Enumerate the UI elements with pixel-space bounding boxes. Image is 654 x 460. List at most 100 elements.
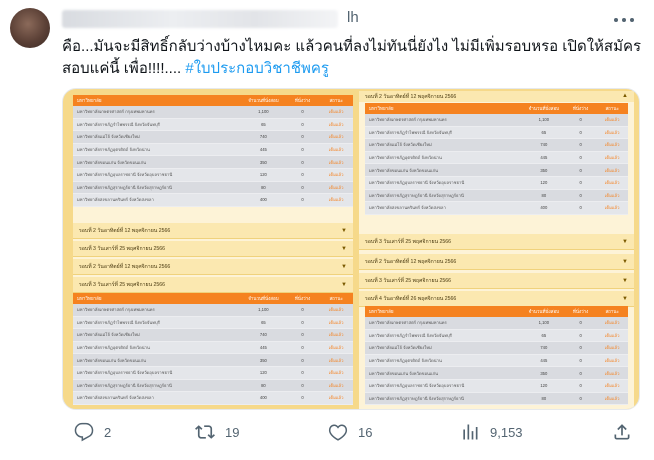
cell-remaining: 0 bbox=[301, 357, 304, 363]
retweet-count: 19 bbox=[225, 424, 240, 440]
cell-university: มหาวิทยาลัยราชภัฏรำไพพรรณี จังหวัดจันทบุ… bbox=[369, 332, 452, 338]
table-row: มหาวิทยาลัยราชภัฏอุบลราชธานี จังหวัดอุบล… bbox=[73, 168, 353, 182]
table-row: มหาวิทยาลัยราชภัฏสุราษฎร์ธานี จังหวัดสุร… bbox=[365, 392, 628, 406]
table-row: มหาวิทยาลัยสงขลานครินทร์ จังหวัดสงขลา 400… bbox=[365, 202, 628, 215]
retweet-button[interactable]: 19 bbox=[195, 422, 239, 442]
tweet-time[interactable]: lh bbox=[347, 9, 359, 26]
cell-status: เต็มแล้ว bbox=[604, 320, 620, 326]
cell-university: มหาวิทยาลัยราชภัฏรำไพพรรณี จังหวัดจันทบุ… bbox=[77, 121, 160, 127]
cell-status: เต็มแล้ว bbox=[328, 159, 344, 165]
hashtag-link[interactable]: #ใบประกอบวิชาชีพครู bbox=[185, 60, 329, 77]
cell-quota: 445 bbox=[259, 147, 267, 153]
chevron-down-icon: ▼ bbox=[341, 228, 347, 234]
round-accordion[interactable]: รอบที่ 3 วันเสาร์ที่ 25 พฤศจิกายน 2566 ▼ bbox=[73, 241, 353, 257]
cell-remaining: 0 bbox=[301, 332, 304, 338]
cell-quota: 80 bbox=[261, 382, 266, 388]
cell-quota: 740 bbox=[540, 345, 548, 351]
cell-status: เต็มแล้ว bbox=[328, 172, 344, 178]
table-row: มหาวิทยาลัยแม่โจ้ จังหวัดเชียงใหม่ 740 0 เต… bbox=[73, 329, 353, 342]
cell-quota: 445 bbox=[540, 358, 548, 364]
accordion-label: รอบที่ 3 วันเสาร์ที่ 25 พฤศจิกายน 2566 bbox=[79, 245, 166, 252]
round-accordion[interactable]: รอบที่ 3 วันเสาร์ที่ 25 พฤศจิกายน 2566 ▼ bbox=[359, 273, 634, 289]
cell-status: เต็มแล้ว bbox=[328, 319, 344, 325]
cell-status: เต็มแล้ว bbox=[604, 332, 620, 338]
cell-quota: 350 bbox=[540, 167, 548, 173]
cell-remaining: 0 bbox=[301, 147, 304, 153]
cell-status: เต็มแล้ว bbox=[328, 197, 344, 203]
cell-university: มหาวิทยาลัยราชภัฏอุบลราชธานี จังหวัดอุบล… bbox=[369, 180, 465, 186]
cell-status: เต็มแล้ว bbox=[328, 147, 344, 153]
cell-remaining: 0 bbox=[301, 121, 304, 127]
cell-university: มหาวิทยาลัยสงขลานครินทร์ จังหวัดสงขลา bbox=[77, 395, 154, 401]
cell-status: เต็มแล้ว bbox=[604, 180, 620, 186]
cell-university: มหาวิทยาลัยราชภัฏรำไพพรรณี จังหวัดจันทบุ… bbox=[77, 319, 160, 325]
cell-status: เต็มแล้ว bbox=[604, 383, 620, 389]
table-row: มหาวิทยาลัยเกษตรศาสตร์ กรุงเทพมหานคร 1,10… bbox=[73, 106, 353, 119]
cell-remaining: 0 bbox=[579, 332, 582, 338]
table-row: มหาวิทยาลัยแม่โจ้ จังหวัดเชียงใหม่ 740 0 เต… bbox=[73, 131, 353, 144]
accordion-label: รอบที่ 4 วันอาทิตย์ที่ 26 พฤศจิกายน 2566 bbox=[365, 295, 457, 302]
chevron-down-icon: ▼ bbox=[622, 239, 628, 245]
retweet-icon bbox=[195, 425, 215, 439]
tweet-text: คือ...มันจะมีสิทธิ์กลับว่างบ้างไหมคะ แล้… bbox=[62, 36, 642, 80]
round-accordion[interactable]: รอบที่ 2 วันอาทิตย์ที่ 12 พฤศจิกายน 2566… bbox=[73, 223, 353, 239]
cell-status: เต็มแล้ว bbox=[328, 382, 344, 388]
share-button[interactable] bbox=[612, 422, 632, 442]
right-screenshot-panel: รอบที่ 2 วันอาทิตย์ที่ 12 พฤศจิกายน 2566… bbox=[359, 91, 634, 409]
round-accordion[interactable]: รอบที่ 3 วันเสาร์ที่ 25 พฤศจิกายน 2566 ▼ bbox=[73, 277, 353, 293]
cell-quota: 120 bbox=[259, 172, 267, 178]
reply-count: 2 bbox=[104, 424, 112, 440]
cell-remaining: 0 bbox=[301, 307, 304, 313]
round-accordion[interactable]: รอบที่ 4 วันอาทิตย์ที่ 26 พฤศจิกายน 2566… bbox=[359, 291, 634, 307]
table-row: มหาวิทยาลัยแม่โจ้ จังหวัดเชียงใหม่ 740 0 เต… bbox=[365, 139, 628, 152]
table-row: มหาวิทยาลัยราชภัฏอุบลราชธานี จังหวัดอุบล… bbox=[365, 379, 628, 393]
reply-button[interactable]: 2 bbox=[74, 422, 111, 442]
cell-quota: 65 bbox=[261, 121, 266, 127]
cell-remaining: 0 bbox=[301, 370, 304, 376]
cell-university: มหาวิทยาลัยราชภัฏอุบลราชธานี จังหวัดอุบล… bbox=[77, 172, 173, 178]
blurred-username[interactable] bbox=[62, 10, 338, 28]
exam-table-right: มหาวิทยาลัย จำนวนที่นั่งสอบ ที่นั่งว่าง … bbox=[365, 103, 628, 215]
cell-quota: 400 bbox=[540, 205, 548, 211]
table-row: มหาวิทยาลัยเกษตรศาสตร์ กรุงเทพมหานคร 1,10… bbox=[365, 114, 628, 127]
cell-status: เต็มแล้ว bbox=[604, 129, 620, 135]
heart-icon bbox=[328, 424, 348, 441]
table-header: มหาวิทยาลัย จำนวนที่นั่งสอบ ที่นั่งว่าง … bbox=[365, 103, 628, 114]
cell-remaining: 0 bbox=[579, 117, 582, 123]
cell-quota: 120 bbox=[540, 383, 548, 389]
cell-quota: 740 bbox=[259, 332, 267, 338]
table-row: มหาวิทยาลัยราชภัฏรำไพพรรณี จังหวัดจันทบุ… bbox=[365, 329, 628, 343]
cell-status: เต็มแล้ว bbox=[604, 192, 620, 198]
like-button[interactable]: 16 bbox=[328, 422, 372, 442]
accordion-label: รอบที่ 3 วันเสาร์ที่ 25 พฤศจิกายน 2566 bbox=[365, 238, 452, 245]
cell-quota: 1,100 bbox=[258, 109, 269, 115]
chevron-up-icon: ▲ bbox=[622, 93, 628, 99]
cell-quota: 400 bbox=[259, 197, 267, 203]
tweet-image[interactable]: มหาวิทยาลัย จำนวนที่นั่งสอบ ที่นั่งว่าง … bbox=[62, 88, 640, 410]
cell-status: เต็มแล้ว bbox=[604, 358, 620, 364]
round-accordion[interactable]: รอบที่ 2 วันอาทิตย์ที่ 12 พฤศจิกายน 2566… bbox=[359, 91, 634, 102]
cell-university: มหาวิทยาลัยราชภัฏอุตรดิตถ์ จังหวัดน่าน bbox=[77, 345, 150, 351]
table-row: มหาวิทยาลัยสงขลานครินทร์ จังหวัดสงขลา 400… bbox=[73, 392, 353, 405]
reply-icon bbox=[74, 422, 94, 442]
cell-quota: 445 bbox=[540, 155, 548, 161]
cell-remaining: 0 bbox=[579, 192, 582, 198]
table-row: มหาวิทยาลัยราชภัฏอุตรดิตถ์ จังหวัดน่าน 44… bbox=[73, 341, 353, 355]
table-row: มหาวิทยาลัยราชภัฏสุราษฎร์ธานี จังหวัดสุร… bbox=[73, 181, 353, 195]
more-icon[interactable] bbox=[614, 10, 634, 30]
cell-remaining: 0 bbox=[301, 172, 304, 178]
round-accordion[interactable]: รอบที่ 2 วันอาทิตย์ที่ 12 พฤศจิกายน 2566… bbox=[73, 259, 353, 275]
cell-university: มหาวิทยาลัยขอนแก่น จังหวัดขอนแก่น bbox=[77, 357, 146, 363]
table-header: มหาวิทยาลัย จำนวนที่นั่งสอบ ที่นั่งว่าง … bbox=[365, 306, 628, 317]
cell-status: เต็มแล้ว bbox=[328, 121, 344, 127]
views-button[interactable]: 9,153 bbox=[460, 422, 523, 442]
exam-table-right-2: มหาวิทยาลัย จำนวนที่นั่งสอบ ที่นั่งว่าง … bbox=[365, 306, 628, 406]
cell-university: มหาวิทยาลัยขอนแก่น จังหวัดขอนแก่น bbox=[369, 370, 438, 376]
chevron-down-icon: ▼ bbox=[341, 246, 347, 252]
avatar[interactable] bbox=[10, 8, 50, 48]
round-accordion[interactable]: รอบที่ 2 วันอาทิตย์ที่ 12 พฤศจิกายน 2566… bbox=[359, 254, 634, 270]
cell-remaining: 0 bbox=[301, 197, 304, 203]
round-accordion[interactable]: รอบที่ 3 วันเสาร์ที่ 25 พฤศจิกายน 2566 ▼ bbox=[359, 234, 634, 250]
cell-university: มหาวิทยาลัยเกษตรศาสตร์ กรุงเทพมหานคร bbox=[369, 320, 447, 326]
cell-remaining: 0 bbox=[579, 345, 582, 351]
